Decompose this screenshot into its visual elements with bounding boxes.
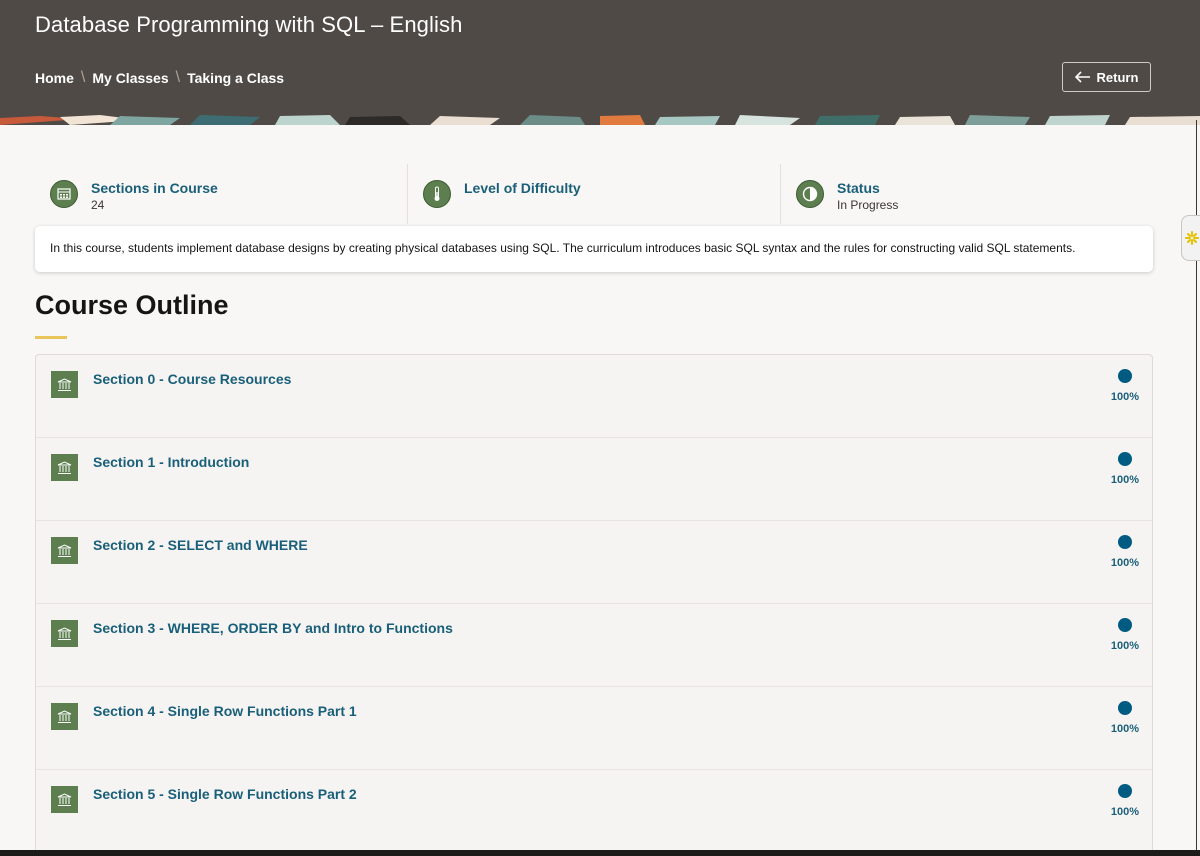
progress-percent: 100% [1110, 474, 1140, 486]
breadcrumb-taking-a-class: Taking a Class [187, 70, 285, 86]
breadcrumb-my-classes[interactable]: My Classes [92, 70, 168, 86]
stat-label: Status [837, 180, 880, 196]
return-button[interactable]: Return [1062, 62, 1151, 92]
heading-underline [35, 336, 67, 339]
progress-complete-icon [1118, 535, 1132, 549]
progress-percent: 100% [1110, 557, 1140, 569]
course-title: Database Programming with SQL – English [35, 12, 463, 37]
institution-icon [51, 620, 78, 647]
institution-icon [51, 786, 78, 813]
section-title[interactable]: Section 0 - Course Resources [93, 371, 291, 387]
section-title[interactable]: Section 3 - WHERE, ORDER BY and Intro to… [93, 620, 453, 636]
sparkle-icon [1184, 231, 1199, 245]
breadcrumb-separator: \ [175, 69, 181, 86]
arrow-left-icon [1074, 71, 1090, 83]
institution-icon [51, 454, 78, 481]
progress-complete-icon [1118, 784, 1132, 798]
progress-percent: 100% [1110, 391, 1140, 403]
stat-label: Level of Difficulty [464, 180, 581, 196]
progress-complete-icon [1118, 452, 1132, 466]
thermometer-icon [423, 180, 451, 208]
stat-difficulty: Level of Difficulty [408, 164, 781, 224]
section-title[interactable]: Section 1 - Introduction [93, 454, 249, 470]
stat-status: Status In Progress [781, 164, 1153, 224]
section-title[interactable]: Section 2 - SELECT and WHERE [93, 537, 308, 553]
window-bottom-bar [0, 850, 1200, 856]
progress-complete-icon [1118, 618, 1132, 632]
stat-value: 24 [91, 198, 105, 212]
course-outline-list: Section 0 - Course Resources 100% Sectio… [35, 354, 1153, 854]
breadcrumb: Home \ My Classes \ Taking a Class [35, 69, 284, 87]
progress-complete-icon [1118, 369, 1132, 383]
section-row[interactable]: Section 5 - Single Row Functions Part 2 … [36, 770, 1152, 853]
stat-sections: Sections in Course 24 [35, 164, 408, 224]
section-row[interactable]: Section 2 - SELECT and WHERE 100% [36, 521, 1152, 604]
section-row[interactable]: Section 4 - Single Row Functions Part 1 … [36, 687, 1152, 770]
side-widget-tab[interactable] [1181, 215, 1200, 261]
institution-icon [51, 371, 78, 398]
progress-percent: 100% [1110, 640, 1140, 652]
institution-icon [51, 703, 78, 730]
decorative-banner-strip [0, 114, 1200, 125]
stat-value: In Progress [837, 198, 899, 212]
course-stats: Sections in Course 24 Level of Difficult… [35, 164, 1153, 224]
breadcrumb-separator: \ [80, 69, 86, 86]
section-row[interactable]: Section 1 - Introduction 100% [36, 438, 1152, 521]
course-description: In this course, students implement datab… [35, 226, 1153, 272]
return-label: Return [1096, 69, 1139, 85]
page-header: Database Programming with SQL – English … [0, 0, 1200, 114]
section-row[interactable]: Section 0 - Course Resources 100% [36, 355, 1152, 438]
progress-percent: 100% [1110, 806, 1140, 818]
stat-label: Sections in Course [91, 180, 218, 196]
institution-icon [51, 537, 78, 564]
half-circle-icon [796, 180, 824, 208]
section-title[interactable]: Section 4 - Single Row Functions Part 1 [93, 703, 357, 719]
progress-complete-icon [1118, 701, 1132, 715]
section-row[interactable]: Section 3 - WHERE, ORDER BY and Intro to… [36, 604, 1152, 687]
calendar-icon [50, 180, 78, 208]
section-title[interactable]: Section 5 - Single Row Functions Part 2 [93, 786, 357, 802]
course-outline-heading: Course Outline [35, 290, 229, 320]
progress-percent: 100% [1110, 723, 1140, 735]
breadcrumb-home[interactable]: Home [35, 70, 74, 86]
